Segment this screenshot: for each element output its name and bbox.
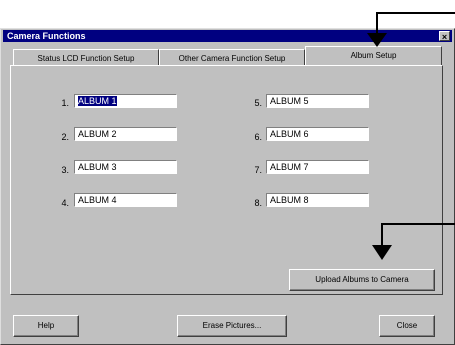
- arrow-down-icon: [367, 33, 387, 47]
- arrow-down-icon: [372, 245, 392, 260]
- callout-arrows: [367, 12, 455, 260]
- album-setup-callout-arrow: [367, 12, 455, 47]
- callout-line-bottom: [381, 223, 455, 247]
- callout-line-top: [376, 12, 455, 35]
- upload-callout-arrow: [372, 223, 455, 260]
